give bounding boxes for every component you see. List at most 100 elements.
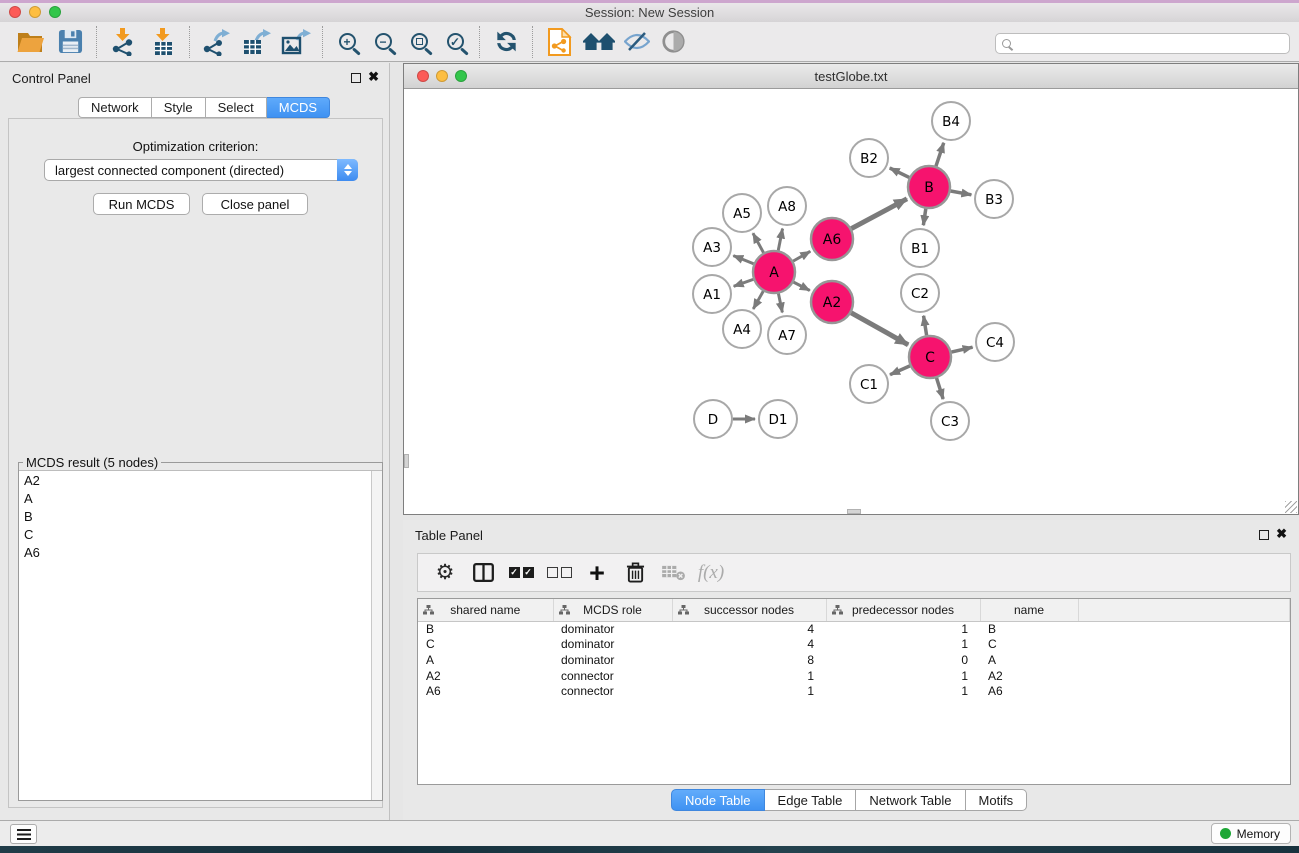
tab-mcds[interactable]: MCDS	[267, 97, 330, 118]
tab-motifs[interactable]: Motifs	[966, 789, 1028, 811]
close-panel-button[interactable]: Close panel	[202, 193, 308, 215]
network-window-titlebar[interactable]: testGlobe.txt	[404, 64, 1298, 89]
graph-node-A8[interactable]: A8	[768, 187, 806, 225]
tab-node-table[interactable]: Node Table	[671, 789, 765, 811]
add-column-icon[interactable]: +	[578, 556, 616, 590]
deselect-all-icon[interactable]	[540, 556, 578, 590]
column-header-name[interactable]: name	[980, 599, 1078, 621]
import-network-icon[interactable]	[103, 25, 143, 59]
graph-node-A[interactable]: A	[753, 251, 795, 293]
hide-glance-icon[interactable]	[619, 25, 655, 59]
graph-edge-B-B3[interactable]	[951, 191, 972, 195]
select-all-icon[interactable]: ✓✓	[502, 556, 540, 590]
graph-edge-C-C1[interactable]	[890, 366, 910, 375]
zoom-selected-icon[interactable]: ✓	[437, 25, 473, 59]
table-row[interactable]: Bdominator41B	[418, 621, 1290, 637]
column-header-successor-nodes[interactable]: successor nodes	[672, 599, 826, 621]
close-table-panel-icon[interactable]: ✖	[1276, 526, 1287, 542]
graph-node-B3[interactable]: B3	[975, 180, 1013, 218]
split-column-icon[interactable]	[464, 556, 502, 590]
mcds-result-list[interactable]: A2ABCA6	[19, 470, 382, 800]
minimize-window-button[interactable]	[29, 6, 41, 18]
import-table-icon[interactable]	[143, 25, 183, 59]
graph-edge-C-C3[interactable]	[937, 378, 944, 399]
close-panel-icon[interactable]: ✖	[368, 69, 379, 85]
graph-node-B2[interactable]: B2	[850, 139, 888, 177]
result-list-item[interactable]: A2	[19, 471, 382, 489]
result-list-item[interactable]: B	[19, 507, 382, 525]
graph-edge-A2-C[interactable]	[851, 313, 908, 345]
open-folder-icon[interactable]	[10, 25, 50, 59]
result-list-item[interactable]: A	[19, 489, 382, 507]
minimize-network-window-button[interactable]	[436, 70, 448, 82]
float-table-panel-icon[interactable]	[1259, 530, 1269, 540]
graph-node-B4[interactable]: B4	[932, 102, 970, 140]
graph-node-A5[interactable]: A5	[723, 194, 761, 232]
run-mcds-button[interactable]: Run MCDS	[93, 193, 190, 215]
task-history-button[interactable]	[10, 824, 37, 844]
graph-node-A2[interactable]: A2	[811, 281, 853, 323]
close-network-window-button[interactable]	[417, 70, 429, 82]
search-input[interactable]	[1011, 35, 1289, 52]
graph-node-A3[interactable]: A3	[693, 228, 731, 266]
horizontal-scroll-nub[interactable]	[847, 509, 861, 514]
close-window-button[interactable]	[9, 6, 21, 18]
criterion-select[interactable]: largest connected component (directed)	[44, 159, 358, 181]
result-list-item[interactable]: A6	[19, 543, 382, 561]
zoom-fit-icon[interactable]	[401, 25, 437, 59]
tab-style[interactable]: Style	[152, 97, 206, 118]
delete-table-icon[interactable]	[654, 556, 692, 590]
float-panel-icon[interactable]	[351, 73, 361, 83]
graph-edge-B-B2[interactable]	[890, 168, 909, 177]
graph-node-A4[interactable]: A4	[723, 310, 761, 348]
graph-edge-C-C2[interactable]	[924, 316, 927, 336]
result-scrollbar[interactable]	[371, 471, 382, 800]
table-row[interactable]: A2connector11A2	[418, 668, 1290, 684]
table-row[interactable]: A6connector11A6	[418, 683, 1290, 699]
refresh-icon[interactable]	[486, 25, 526, 59]
graph-edge-C-C4[interactable]	[951, 347, 972, 352]
zoom-network-window-button[interactable]	[455, 70, 467, 82]
graph-edge-A-A5[interactable]	[753, 233, 764, 252]
graph-node-A6[interactable]: A6	[811, 218, 853, 260]
export-network-icon[interactable]	[196, 25, 236, 59]
tab-network-table[interactable]: Network Table	[856, 789, 965, 811]
table-settings-icon[interactable]: ⚙	[426, 556, 464, 590]
table-row[interactable]: Cdominator41C	[418, 637, 1290, 653]
result-list-item[interactable]: C	[19, 525, 382, 543]
save-icon[interactable]	[50, 25, 90, 59]
export-image-icon[interactable]	[276, 25, 316, 59]
graph-node-B1[interactable]: B1	[901, 229, 939, 267]
graph-node-C2[interactable]: C2	[901, 274, 939, 312]
network-canvas[interactable]: B4B2BB3A5A8A6A3B1AA1C2A2A4A7C4CC1DD1C3	[404, 89, 1298, 514]
zoom-out-icon[interactable]: −	[365, 25, 401, 59]
graph-node-A7[interactable]: A7	[768, 316, 806, 354]
graph-node-D1[interactable]: D1	[759, 400, 797, 438]
column-header-mcds-role[interactable]: MCDS role	[553, 599, 672, 621]
delete-column-icon[interactable]	[616, 556, 654, 590]
graph-edge-A-A8[interactable]	[778, 229, 782, 251]
resize-grip[interactable]	[1285, 501, 1297, 513]
vertical-scroll-nub[interactable]	[404, 454, 409, 468]
graph-edge-B-B4[interactable]	[936, 143, 944, 166]
graph-node-C1[interactable]: C1	[850, 365, 888, 403]
column-header-predecessor-nodes[interactable]: predecessor nodes	[826, 599, 980, 621]
tab-network[interactable]: Network	[78, 97, 152, 118]
open-network-file-icon[interactable]	[539, 25, 579, 59]
tab-edge-table[interactable]: Edge Table	[765, 789, 857, 811]
graph-edge-A-A3[interactable]	[733, 256, 753, 264]
graph-edge-B-B1[interactable]	[923, 209, 925, 225]
graph-node-C4[interactable]: C4	[976, 323, 1014, 361]
zoom-window-button[interactable]	[49, 6, 61, 18]
tab-select[interactable]: Select	[206, 97, 267, 118]
graph-node-C3[interactable]: C3	[931, 402, 969, 440]
graph-edge-A-A6[interactable]	[793, 251, 810, 261]
graph-node-C[interactable]: C	[909, 336, 951, 378]
export-table-icon[interactable]	[236, 25, 276, 59]
network-graph[interactable]: B4B2BB3A5A8A6A3B1AA1C2A2A4A7C4CC1DD1C3	[404, 89, 1298, 514]
function-builder-icon[interactable]: f(x)	[692, 556, 730, 590]
graph-node-D[interactable]: D	[694, 400, 732, 438]
zoom-in-icon[interactable]: +	[329, 25, 365, 59]
graph-edge-A-A7[interactable]	[778, 294, 782, 313]
column-header-shared-name[interactable]: shared name	[418, 599, 553, 621]
